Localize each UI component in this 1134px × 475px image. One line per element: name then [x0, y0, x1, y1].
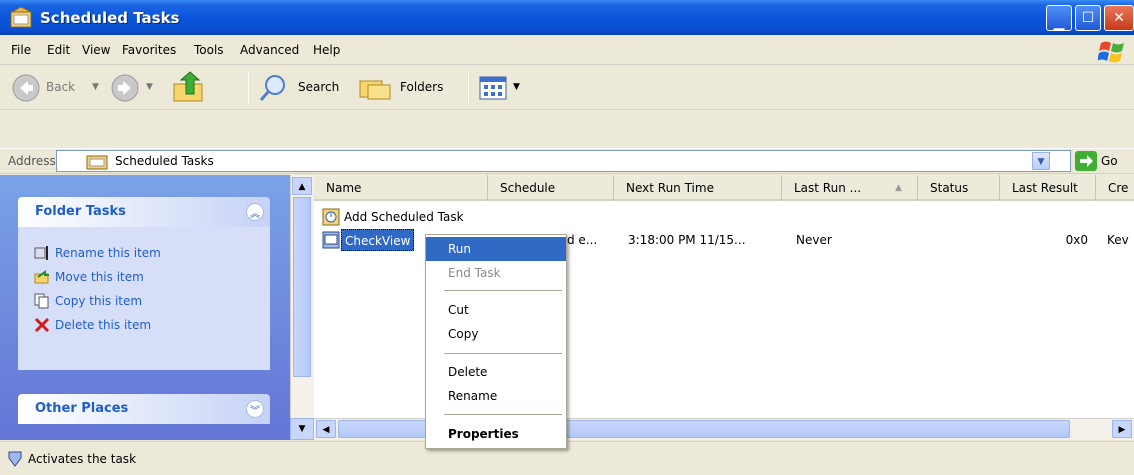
- maximize-icon: ☐: [1081, 10, 1095, 26]
- menu-tools[interactable]: Tools: [194, 35, 224, 65]
- menu-help[interactable]: Help: [313, 35, 340, 65]
- delete-this-item-link[interactable]: Delete this item: [55, 315, 151, 335]
- column-header-schedule[interactable]: Schedule: [488, 175, 614, 201]
- maximize-button[interactable]: ☐: [1075, 5, 1101, 31]
- context-separator: [444, 290, 562, 291]
- folders-button[interactable]: Folders: [400, 65, 443, 110]
- other-places-title[interactable]: Other Places: [35, 394, 128, 424]
- back-arrow-icon[interactable]: [11, 73, 41, 103]
- close-icon: ✕: [1113, 10, 1125, 26]
- minimize-button[interactable]: ▁: [1046, 5, 1072, 31]
- copy-icon: [34, 293, 49, 309]
- menu-file[interactable]: File: [11, 35, 31, 65]
- toolbar-separator: [468, 72, 469, 104]
- row-last-run-time: Never: [796, 233, 832, 247]
- rename-icon: [34, 246, 48, 260]
- move-icon: [34, 270, 49, 284]
- delete-icon: [34, 317, 50, 333]
- context-end-task: End Task: [448, 266, 501, 280]
- add-task-icon: [322, 208, 340, 226]
- address-folder-icon: [86, 155, 108, 170]
- column-header-status[interactable]: Status: [918, 175, 1000, 201]
- task-item-icon: [322, 231, 340, 249]
- row-last-result: 0x0: [1065, 233, 1088, 247]
- menu-favorites[interactable]: Favorites: [122, 35, 176, 65]
- row-creator: Kev: [1107, 233, 1129, 247]
- scroll-up-icon[interactable]: ▲: [292, 177, 312, 195]
- expand-chevron-icon[interactable]: ︾: [246, 400, 264, 418]
- address-dropdown-icon[interactable]: ▼: [1032, 152, 1050, 170]
- go-arrow-icon[interactable]: [1075, 151, 1097, 171]
- scroll-right-icon[interactable]: ▶: [1112, 420, 1132, 438]
- up-folder-icon[interactable]: [172, 70, 206, 104]
- menu-edit[interactable]: Edit: [47, 35, 70, 65]
- row-next-run-time: 3:18:00 PM 11/15...: [628, 233, 746, 247]
- context-rename[interactable]: Rename: [426, 384, 566, 408]
- copy-this-item-link[interactable]: Copy this item: [55, 291, 142, 311]
- scheduled-tasks-icon: [10, 7, 32, 28]
- address-label: Address: [8, 154, 56, 168]
- scroll-thumb[interactable]: [293, 197, 311, 377]
- status-task-icon: [8, 451, 22, 467]
- column-header-name[interactable]: Name: [314, 175, 488, 201]
- search-button[interactable]: Search: [298, 65, 339, 110]
- scroll-down-icon[interactable]: ▼: [290, 418, 314, 440]
- status-text: Activates the task: [28, 452, 137, 466]
- column-header-last-result[interactable]: Last Result: [1000, 175, 1096, 201]
- row-name-add-scheduled-task[interactable]: Add Scheduled Task: [344, 206, 464, 228]
- scroll-left-icon[interactable]: ◀: [316, 420, 336, 438]
- context-properties[interactable]: Properties: [426, 422, 566, 446]
- menu-advanced[interactable]: Advanced: [240, 35, 299, 65]
- row-name-checkview[interactable]: CheckView: [341, 229, 415, 251]
- rename-this-item-link[interactable]: Rename this item: [55, 243, 161, 263]
- collapse-chevron-icon[interactable]: ︽: [246, 203, 264, 221]
- address-value: Scheduled Tasks: [115, 154, 214, 168]
- context-run[interactable]: Run: [426, 237, 566, 261]
- toolbar: [0, 65, 1134, 110]
- context-separator: [444, 414, 562, 415]
- folder-tasks-title[interactable]: Folder Tasks: [35, 197, 126, 227]
- toolbar-separator: [248, 72, 249, 104]
- window-title: Scheduled Tasks: [40, 9, 180, 27]
- views-dropdown-icon[interactable]: ▼: [513, 65, 520, 110]
- menu-view[interactable]: View: [82, 35, 110, 65]
- context-delete[interactable]: Delete: [426, 360, 566, 384]
- context-separator: [444, 353, 562, 354]
- search-icon[interactable]: [258, 73, 288, 103]
- go-button[interactable]: Go: [1101, 150, 1118, 172]
- views-icon[interactable]: [478, 75, 510, 101]
- windows-logo-icon: [1098, 41, 1124, 63]
- sort-ascending-icon: ▲: [895, 183, 902, 193]
- back-button[interactable]: Back: [46, 65, 75, 110]
- minimize-icon: ▁: [1053, 15, 1065, 31]
- move-this-item-link[interactable]: Move this item: [55, 267, 144, 287]
- column-header-next-run[interactable]: Next Run Time: [614, 175, 782, 201]
- status-bar: [0, 441, 1134, 475]
- back-dropdown-icon[interactable]: ▼: [92, 65, 99, 110]
- folders-icon[interactable]: [358, 75, 392, 101]
- row-schedule: d e...: [567, 233, 598, 247]
- forward-dropdown-icon[interactable]: ▼: [146, 65, 153, 110]
- context-cut[interactable]: Cut: [426, 298, 566, 322]
- context-copy[interactable]: Copy: [426, 322, 566, 346]
- column-header-creator[interactable]: Cre: [1096, 175, 1134, 201]
- forward-arrow-icon[interactable]: [110, 73, 140, 103]
- close-button[interactable]: ✕: [1104, 5, 1134, 31]
